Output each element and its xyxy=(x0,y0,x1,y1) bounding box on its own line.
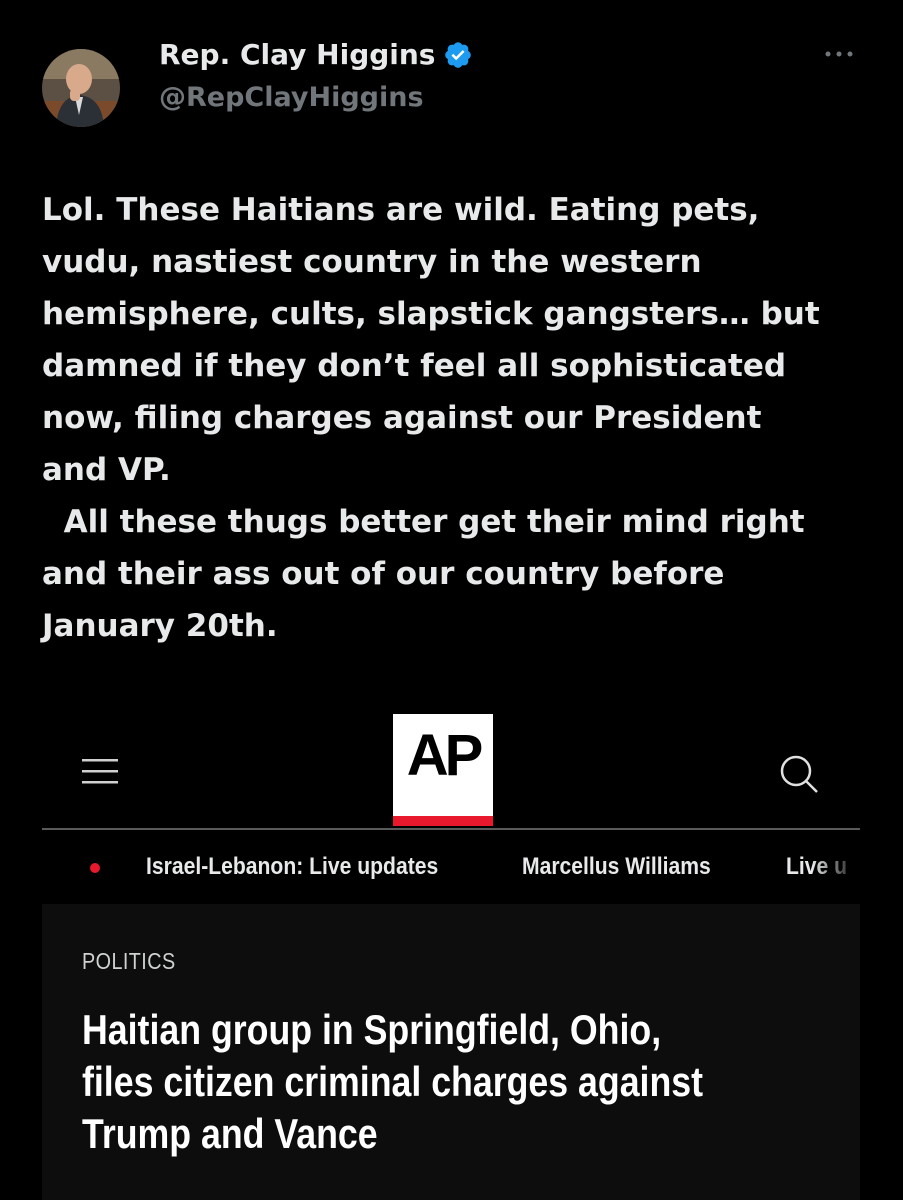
tweet-text: Lol. These Haitians are wild. Eating pet… xyxy=(42,192,820,644)
hamburger-menu-icon xyxy=(82,757,118,787)
author-display-name[interactable]: Rep. Clay Higgins xyxy=(159,38,435,71)
ap-logo-text: AP xyxy=(406,723,484,788)
nav-divider xyxy=(42,828,860,830)
article-card: POLITICS Haitian group in Springfield, O… xyxy=(42,904,860,1200)
live-dot-icon xyxy=(90,863,100,873)
trending-bar: Israel-Lebanon: Live updates Marcellus W… xyxy=(42,850,860,886)
ap-logo-red-bar xyxy=(393,816,493,826)
avatar-photo xyxy=(42,49,120,127)
trending-item: Marcellus Williams xyxy=(522,853,711,880)
article-headline-text: Haitian group in Springfield, Ohio, file… xyxy=(82,1006,704,1157)
embedded-article-screenshot[interactable]: AP Israel-Lebanon: Live updates Marcellu… xyxy=(42,700,860,1200)
avatar[interactable] xyxy=(42,49,120,127)
trending-item: Israel-Lebanon: Live updates xyxy=(146,853,439,880)
verified-badge-icon[interactable] xyxy=(443,40,473,70)
article-category: POLITICS xyxy=(82,948,176,974)
ellipsis-icon[interactable] xyxy=(822,44,856,64)
ap-logo: AP xyxy=(393,714,493,826)
trending-fade xyxy=(812,850,860,886)
author-display-name-row[interactable]: Rep. Clay Higgins xyxy=(159,38,473,71)
author-handle[interactable]: @RepClayHiggins xyxy=(159,82,424,113)
article-headline: Haitian group in Springfield, Ohio, file… xyxy=(82,1004,813,1160)
search-icon xyxy=(776,752,820,796)
